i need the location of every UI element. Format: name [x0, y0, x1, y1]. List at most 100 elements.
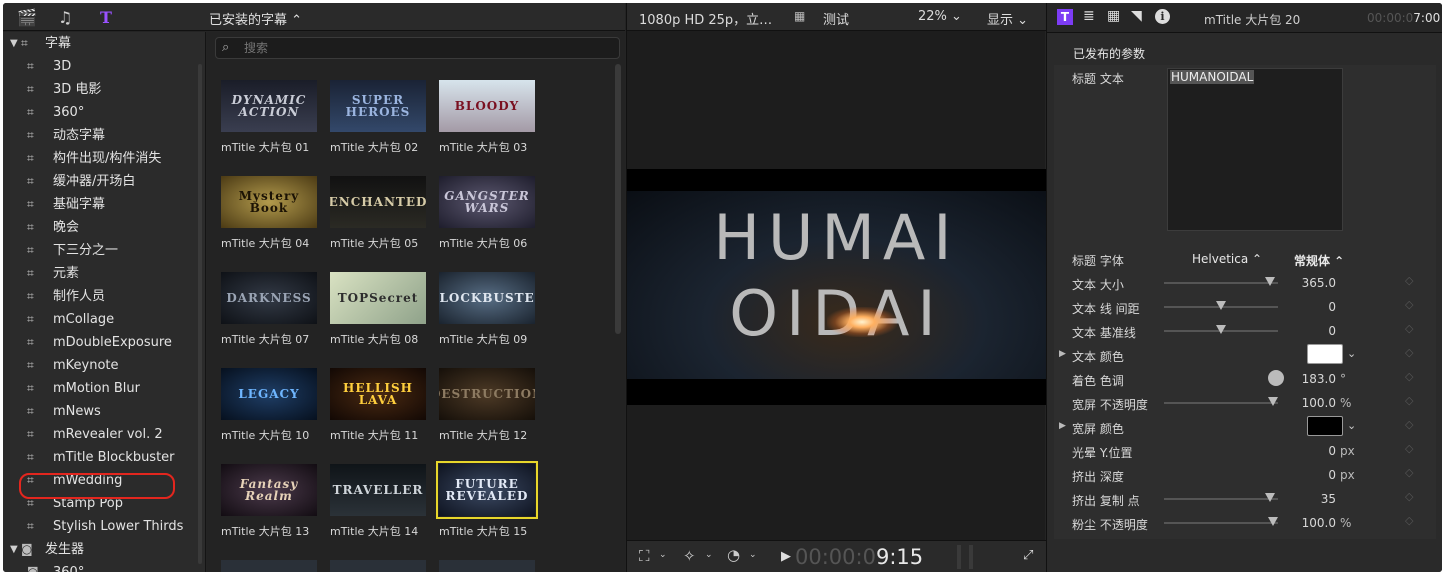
- tile-thumbnail-partial[interactable]: [221, 560, 317, 572]
- sidebar-item[interactable]: ⌗ 缓冲器/开场白: [3, 170, 199, 193]
- tile-thumbnail-partial[interactable]: [330, 560, 426, 572]
- sidebar-item[interactable]: ⌗ mNews: [3, 400, 199, 423]
- keyframe-icon[interactable]: ◇: [1405, 274, 1413, 287]
- title-tile[interactable]: DARKNESS mTitle 大片包 07: [221, 272, 321, 348]
- music-photo-icon[interactable]: ♫: [58, 8, 72, 27]
- sidebar-item[interactable]: ⌗ 元素: [3, 262, 199, 285]
- title-tile[interactable]: BLOODY mTitle 大片包 03: [439, 80, 539, 156]
- keyframe-icon[interactable]: ◇: [1405, 490, 1413, 503]
- sidebar-item[interactable]: ⌗ mCollage: [3, 308, 199, 331]
- text-inspector-icon[interactable]: T: [1057, 9, 1073, 25]
- grid-scrollbar[interactable]: [615, 64, 621, 334]
- title-tile[interactable]: FUTURE REVEALED mTitle 大片包 15: [436, 461, 539, 540]
- tile-thumbnail-partial[interactable]: [439, 560, 535, 572]
- disclosure-triangle-icon[interactable]: ▶: [1059, 421, 1066, 431]
- style-popup[interactable]: 常规体 ⌃: [1294, 252, 1344, 269]
- sidebar-item[interactable]: ⌗ 3D 电影: [3, 78, 199, 101]
- keyframe-icon[interactable]: ◇: [1405, 394, 1413, 407]
- disclosure-triangle-icon[interactable]: ▼: [10, 538, 18, 561]
- library-title[interactable]: 已安装的字幕 ⌃: [209, 9, 302, 28]
- sidebar-item[interactable]: ◙ 360°: [3, 561, 199, 572]
- chevron-down-icon[interactable]: ⌄: [749, 550, 757, 560]
- chevron-down-icon[interactable]: ⌄: [705, 550, 713, 560]
- search-field[interactable]: ⌕: [215, 37, 620, 59]
- chevron-down-icon[interactable]: ⌄: [1347, 419, 1356, 432]
- info-icon[interactable]: i: [1155, 9, 1170, 24]
- title-tile[interactable]: ENCHANTED mTitle 大片包 05: [330, 176, 430, 252]
- title-tile[interactable]: HELLISH LAVA mTitle 大片包 11: [330, 368, 430, 444]
- keyframe-icon[interactable]: ◇: [1405, 346, 1413, 359]
- paragraph-icon[interactable]: ≣: [1083, 8, 1095, 24]
- sidebar-item[interactable]: ⌗ 晚会: [3, 216, 199, 239]
- color-swatch[interactable]: [1307, 344, 1343, 364]
- sidebar-scrollbar[interactable]: [198, 64, 202, 564]
- keyframe-icon[interactable]: ◇: [1405, 442, 1413, 455]
- sidebar-item[interactable]: ⌗ mRevealer vol. 2: [3, 423, 199, 446]
- sidebar-item[interactable]: ⌗ 下三分之一: [3, 239, 199, 262]
- category-titles[interactable]: ▼ ⌗ 字幕: [3, 32, 199, 55]
- sidebar-item[interactable]: ⌗ 构件出现/构件消失: [3, 147, 199, 170]
- sidebar-item[interactable]: ⌗ Stylish Lower Thirds: [3, 515, 199, 538]
- viewer-controls: ⛶ ⌄ ✧ ⌄ ◔ ⌄ ▶ 00:00:09:15 ⤢: [627, 540, 1046, 572]
- title-tile[interactable]: TOPSecret mTitle 大片包 08: [330, 272, 430, 348]
- sidebar-item[interactable]: ⌗ 基础字幕: [3, 193, 199, 216]
- zoom-popup[interactable]: 22% ⌄: [918, 9, 962, 24]
- param-value[interactable]: 35: [1256, 492, 1336, 506]
- param-value[interactable]: 0: [1256, 468, 1336, 482]
- sidebar-item[interactable]: ⌗ 360°: [3, 101, 199, 124]
- param-value[interactable]: 0: [1256, 324, 1336, 338]
- param-value[interactable]: 183.0: [1256, 372, 1336, 386]
- keyframe-icon[interactable]: ◇: [1405, 418, 1413, 431]
- display-popup[interactable]: 显示 ⌄: [987, 9, 1028, 28]
- slider-knob[interactable]: [1216, 301, 1226, 310]
- sidebar-item[interactable]: ⌗ 3D: [3, 55, 199, 78]
- title-tile[interactable]: DYNAMIC ACTION mTitle 大片包 01: [221, 80, 321, 156]
- title-tile[interactable]: DESTRUCTION mTitle 大片包 12: [439, 368, 539, 444]
- magic-wand-icon[interactable]: ✧: [683, 547, 696, 565]
- chevron-down-icon[interactable]: ⌄: [659, 550, 667, 560]
- sidebar-item[interactable]: ⌗ mTitle Blockbuster: [3, 446, 199, 469]
- disclosure-triangle-icon[interactable]: ▼: [10, 32, 18, 55]
- title-tile[interactable]: LEGACY mTitle 大片包 10: [221, 368, 321, 444]
- disclosure-triangle-icon[interactable]: ▶: [1059, 349, 1066, 359]
- sidebar-item[interactable]: ⌗ mMotion Blur: [3, 377, 199, 400]
- title-tile[interactable]: SUPER HEROES mTitle 大片包 02: [330, 80, 430, 156]
- category-generators[interactable]: ▼ ◙ 发生器: [3, 538, 199, 561]
- keyframe-icon[interactable]: ◇: [1405, 322, 1413, 335]
- play-icon[interactable]: ▶: [781, 549, 791, 564]
- param-value[interactable]: 100.0: [1256, 396, 1336, 410]
- param-value[interactable]: 0: [1256, 444, 1336, 458]
- fullscreen-icon[interactable]: ⤢: [1023, 548, 1033, 563]
- title-tile[interactable]: TRAVELLER mTitle 大片包 14: [330, 464, 430, 540]
- speedometer-icon[interactable]: ◔: [727, 546, 740, 564]
- video-inspector-icon[interactable]: ▦: [1107, 8, 1120, 24]
- title-text-field[interactable]: HUMANOIDAL: [1167, 68, 1343, 231]
- title-tile[interactable]: GANGSTER WARS mTitle 大片包 06: [439, 176, 539, 252]
- chevron-down-icon[interactable]: ⌄: [1347, 347, 1356, 360]
- param-value[interactable]: 365.0: [1256, 276, 1336, 290]
- title-tile[interactable]: Fantasy Realm mTitle 大片包 13: [221, 464, 321, 540]
- title-tile[interactable]: Mystery Book mTitle 大片包 04: [221, 176, 321, 252]
- color-inspector-icon[interactable]: ◥: [1131, 8, 1142, 24]
- titles-generators-icon[interactable]: T: [100, 8, 112, 27]
- param-value[interactable]: 0: [1256, 300, 1336, 314]
- param-unit: %: [1340, 516, 1352, 530]
- transform-icon[interactable]: ⛶: [639, 547, 650, 565]
- sidebar-item-label: 缓冲器/开场白: [53, 174, 136, 189]
- title-tile[interactable]: BLOCKBUSTER mTitle 大片包 09: [439, 272, 539, 348]
- font-popup[interactable]: Helvetica ⌃: [1192, 252, 1262, 266]
- sidebar-item[interactable]: ⌗ mKeynote: [3, 354, 199, 377]
- slider-knob[interactable]: [1216, 325, 1226, 334]
- param-value[interactable]: 100.0: [1256, 516, 1336, 530]
- sidebar-item[interactable]: ⌗ 动态字幕: [3, 124, 199, 147]
- clapper-icon[interactable]: 🎬: [17, 8, 37, 27]
- keyframe-icon[interactable]: ◇: [1405, 466, 1413, 479]
- color-swatch[interactable]: [1307, 416, 1343, 436]
- sidebar-item[interactable]: ⌗ mDoubleExposure: [3, 331, 199, 354]
- search-input[interactable]: [244, 39, 604, 57]
- sidebar-item[interactable]: ⌗ 制作人员: [3, 285, 199, 308]
- keyframe-icon[interactable]: ◇: [1405, 298, 1413, 311]
- keyframe-icon[interactable]: ◇: [1405, 370, 1413, 383]
- video-frame[interactable]: HUMAI OIDAI: [627, 169, 1046, 405]
- keyframe-icon[interactable]: ◇: [1405, 514, 1413, 527]
